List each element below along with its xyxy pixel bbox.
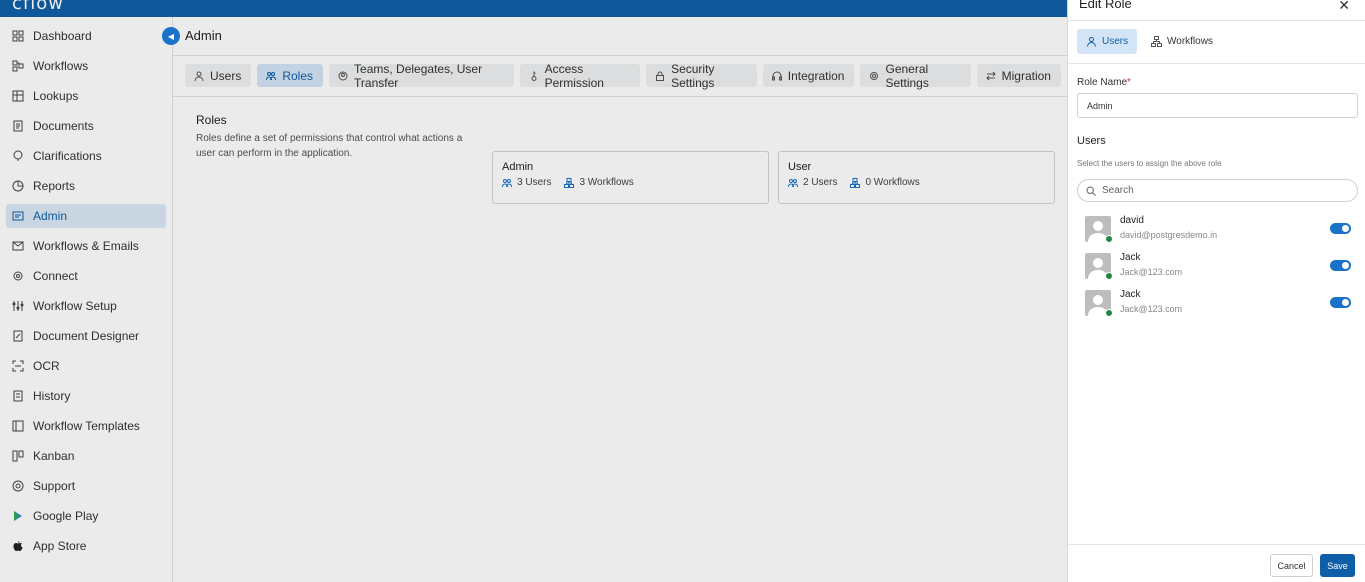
divider xyxy=(1068,63,1365,64)
user-name: Jack xyxy=(1120,289,1141,300)
list-item: david david@postgresdemo.in xyxy=(1085,215,1355,245)
user-email: Jack@123.com xyxy=(1120,304,1183,314)
tab-panel-users[interactable]: Users xyxy=(1077,29,1138,54)
users-heading: Users xyxy=(1077,135,1106,147)
user-email: david@postgresdemo.in xyxy=(1120,230,1218,240)
user-name: Jack xyxy=(1120,252,1141,263)
search-box[interactable] xyxy=(1077,179,1358,202)
cancel-button[interactable]: Cancel xyxy=(1270,554,1313,577)
close-icon[interactable]: ✕ xyxy=(1338,0,1350,14)
panel-title: Edit Role xyxy=(1079,0,1132,11)
online-status-dot xyxy=(1105,309,1113,317)
required-mark: * xyxy=(1127,77,1131,88)
divider xyxy=(1068,20,1365,21)
online-status-dot xyxy=(1105,272,1113,280)
user-name: david xyxy=(1120,215,1144,226)
tab-panel-workflows[interactable]: Workflows xyxy=(1142,29,1222,54)
edit-role-panel: Edit Role ✕ Users Workflows Role Name* U… xyxy=(1067,0,1365,582)
online-status-dot xyxy=(1105,235,1113,243)
user-icon xyxy=(1087,37,1096,47)
workflow-icon xyxy=(1151,36,1162,47)
role-name-input[interactable] xyxy=(1077,93,1358,118)
collapse-sidebar-button[interactable]: ◀ xyxy=(162,27,180,45)
list-item: Jack Jack@123.com xyxy=(1085,289,1355,319)
list-item: Jack Jack@123.com xyxy=(1085,252,1355,282)
assign-toggle[interactable] xyxy=(1330,297,1351,308)
role-name-label: Role Name* xyxy=(1077,77,1131,88)
user-email: Jack@123.com xyxy=(1120,267,1183,277)
users-subtext: Select the users to assign the above rol… xyxy=(1077,159,1222,168)
search-input[interactable] xyxy=(1102,185,1342,196)
assign-toggle[interactable] xyxy=(1330,260,1351,271)
save-button[interactable]: Save xyxy=(1320,554,1355,577)
assign-toggle[interactable] xyxy=(1330,223,1351,234)
search-icon xyxy=(1086,185,1096,196)
divider xyxy=(1068,544,1365,545)
modal-backdrop[interactable] xyxy=(0,0,1067,582)
